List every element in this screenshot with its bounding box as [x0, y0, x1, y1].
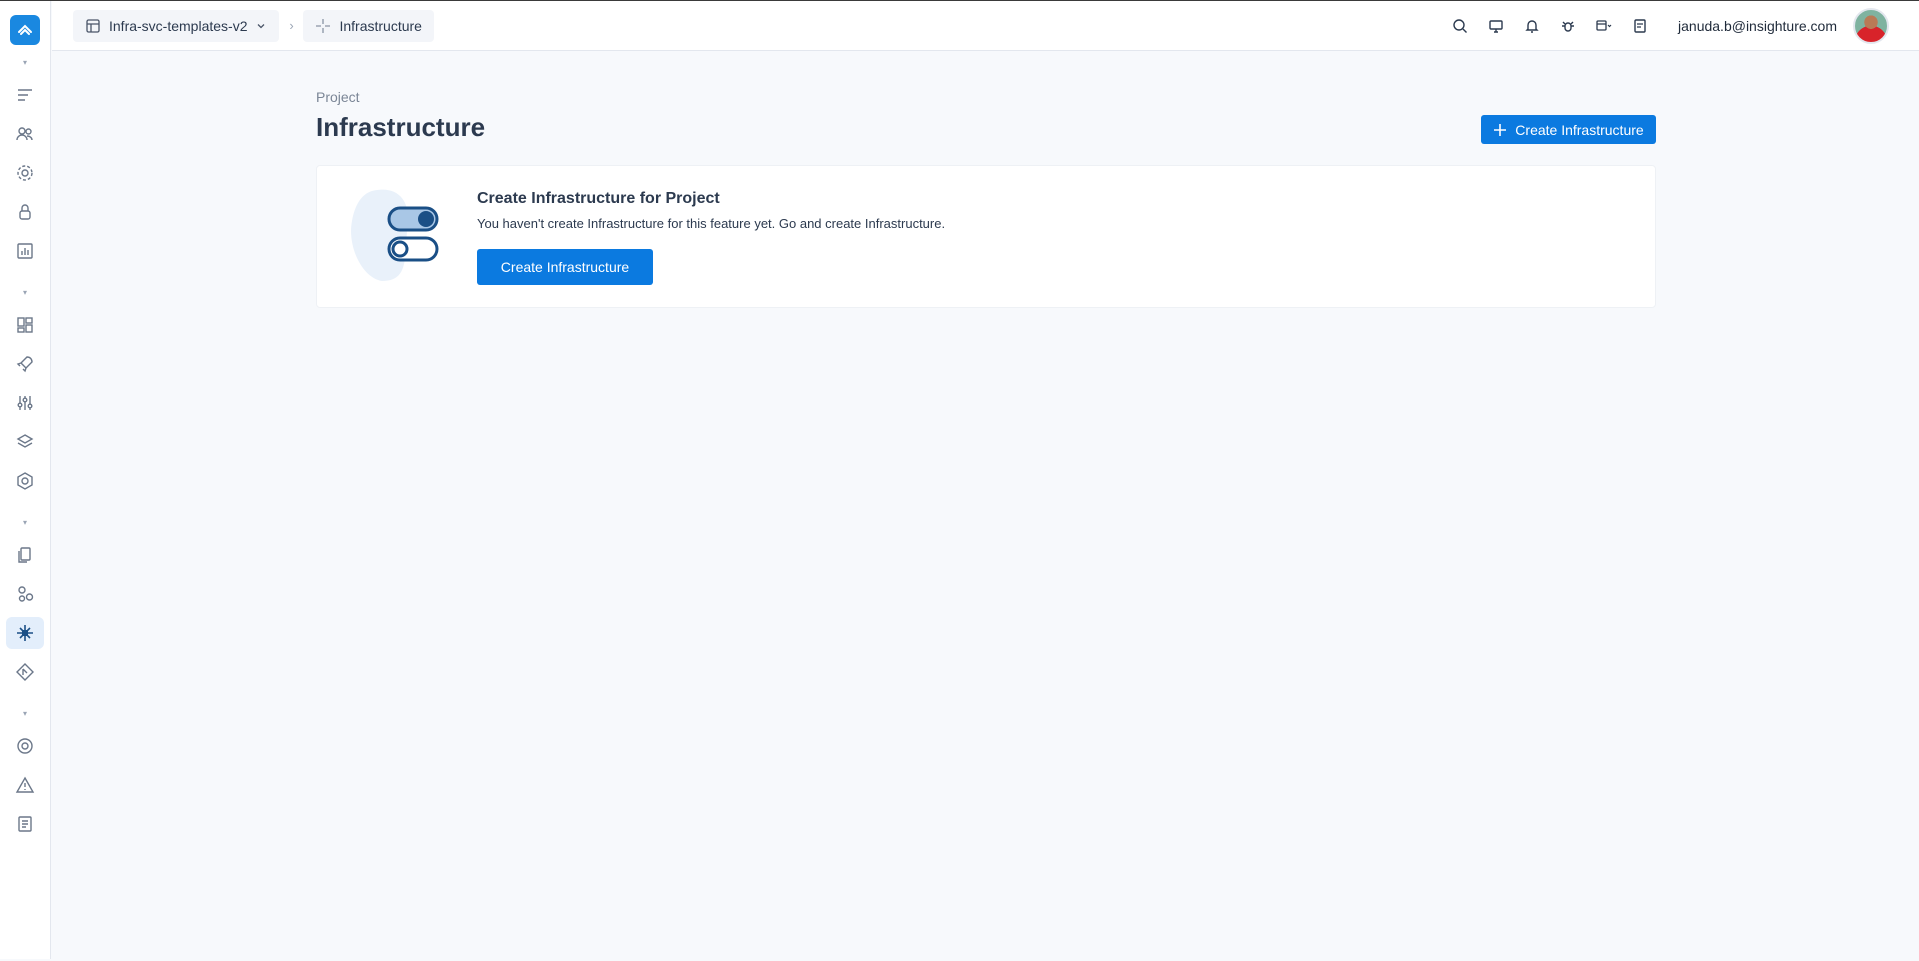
- sidebar-item-dashboard[interactable]: [6, 309, 44, 341]
- layers-icon: [16, 434, 34, 448]
- app-logo[interactable]: [10, 15, 40, 45]
- sidebar-item-configuration[interactable]: [6, 387, 44, 419]
- sidebar-collapse-toggle[interactable]: ▾: [23, 59, 27, 67]
- sidebar-item-services[interactable]: [6, 578, 44, 610]
- calendar-icon: [1596, 20, 1612, 31]
- user-email[interactable]: januda.b@insighture.com: [1678, 18, 1837, 34]
- sidebar-section-toggle-3[interactable]: ▾: [23, 710, 27, 718]
- sidebar-item-preferences[interactable]: [6, 730, 44, 762]
- header-actions: januda.b@insighture.com: [1442, 1, 1919, 51]
- plus-icon: [1494, 123, 1507, 136]
- table-icon: [86, 18, 100, 33]
- sidebar-section-toggle[interactable]: ▾: [23, 289, 27, 297]
- create-infrastructure-button[interactable]: Create Infrastructure: [1481, 115, 1656, 144]
- network-icon: [17, 472, 33, 490]
- create-infrastructure-label: Create Infrastructure: [1515, 121, 1644, 138]
- sidebar-item-reports[interactable]: [6, 808, 44, 840]
- sidebar-item-stacks[interactable]: [6, 426, 44, 458]
- settings-circle-icon: [17, 738, 33, 754]
- warning-icon: [15, 776, 35, 793]
- empty-state-title: Create Infrastructure for Project: [477, 190, 720, 207]
- sidebar-item-users[interactable]: [6, 118, 44, 150]
- infrastructure-icon: [17, 625, 33, 641]
- sidebar-item-overview[interactable]: [6, 79, 44, 111]
- bug-icon: [1562, 21, 1575, 32]
- documents-icon: [18, 547, 31, 563]
- list-icon: [18, 89, 32, 101]
- lock-icon: [19, 204, 31, 220]
- page-title: Infrastructure: [316, 112, 486, 142]
- project-name: Infra-svc-templates-v2: [109, 17, 248, 34]
- rocket-icon: [16, 356, 33, 373]
- sidebar: ▾ ▾ ▾ ▾: [0, 1, 51, 959]
- gear-icon: [17, 165, 33, 181]
- search-button[interactable]: [1442, 8, 1478, 44]
- avatar[interactable]: [1853, 8, 1889, 44]
- dashboard-icon: [17, 317, 33, 333]
- search-icon: [1453, 19, 1468, 33]
- bar-chart-icon: [17, 243, 33, 259]
- sidebar-item-infrastructure[interactable]: [6, 617, 44, 649]
- brand-logo-icon: [18, 24, 32, 35]
- sidebar-item-analytics[interactable]: [6, 235, 44, 267]
- sliders-icon: [17, 396, 33, 410]
- breadcrumb-infrastructure[interactable]: Infrastructure: [303, 9, 434, 42]
- debug-button[interactable]: [1550, 8, 1586, 44]
- breadcrumb-separator: ›: [289, 18, 294, 33]
- bell-icon: [1525, 20, 1539, 33]
- chevron-down-icon: [258, 23, 265, 28]
- sidebar-item-settings[interactable]: [6, 157, 44, 189]
- users-icon: [16, 127, 33, 141]
- notes-button[interactable]: [1622, 8, 1658, 44]
- sidebar-section-toggle-2[interactable]: ▾: [23, 519, 27, 527]
- empty-state-card: Create Infrastructure for Project You ha…: [316, 165, 1656, 308]
- git-icon: [16, 663, 34, 681]
- infrastructure-icon: [316, 18, 331, 33]
- monitor-icon: [1489, 20, 1503, 33]
- notes-icon: [1634, 19, 1646, 33]
- sidebar-item-security[interactable]: [6, 196, 44, 228]
- nodes-icon: [18, 586, 34, 602]
- top-header: Infra-svc-templates-v2 › Infrastructure …: [52, 1, 1919, 51]
- toggle-switch-illustration-icon: [351, 189, 439, 281]
- empty-state-message: You haven't create Infrastructure for th…: [477, 216, 946, 231]
- report-icon: [18, 816, 32, 832]
- breadcrumb-label: Infrastructure: [339, 17, 422, 34]
- sidebar-item-documents[interactable]: [6, 539, 44, 571]
- sidebar-item-alerts[interactable]: [6, 769, 44, 801]
- sidebar-item-network[interactable]: [6, 465, 44, 497]
- empty-state-create-button[interactable]: Create Infrastructure: [477, 249, 653, 285]
- notifications-button[interactable]: [1514, 8, 1550, 44]
- page-kicker: Project: [316, 89, 360, 105]
- project-selector[interactable]: Infra-svc-templates-v2: [73, 9, 280, 42]
- calendar-dropdown[interactable]: [1586, 8, 1622, 44]
- sidebar-item-deployments[interactable]: [6, 348, 44, 380]
- monitor-button[interactable]: [1478, 8, 1514, 44]
- sidebar-item-git[interactable]: [6, 656, 44, 688]
